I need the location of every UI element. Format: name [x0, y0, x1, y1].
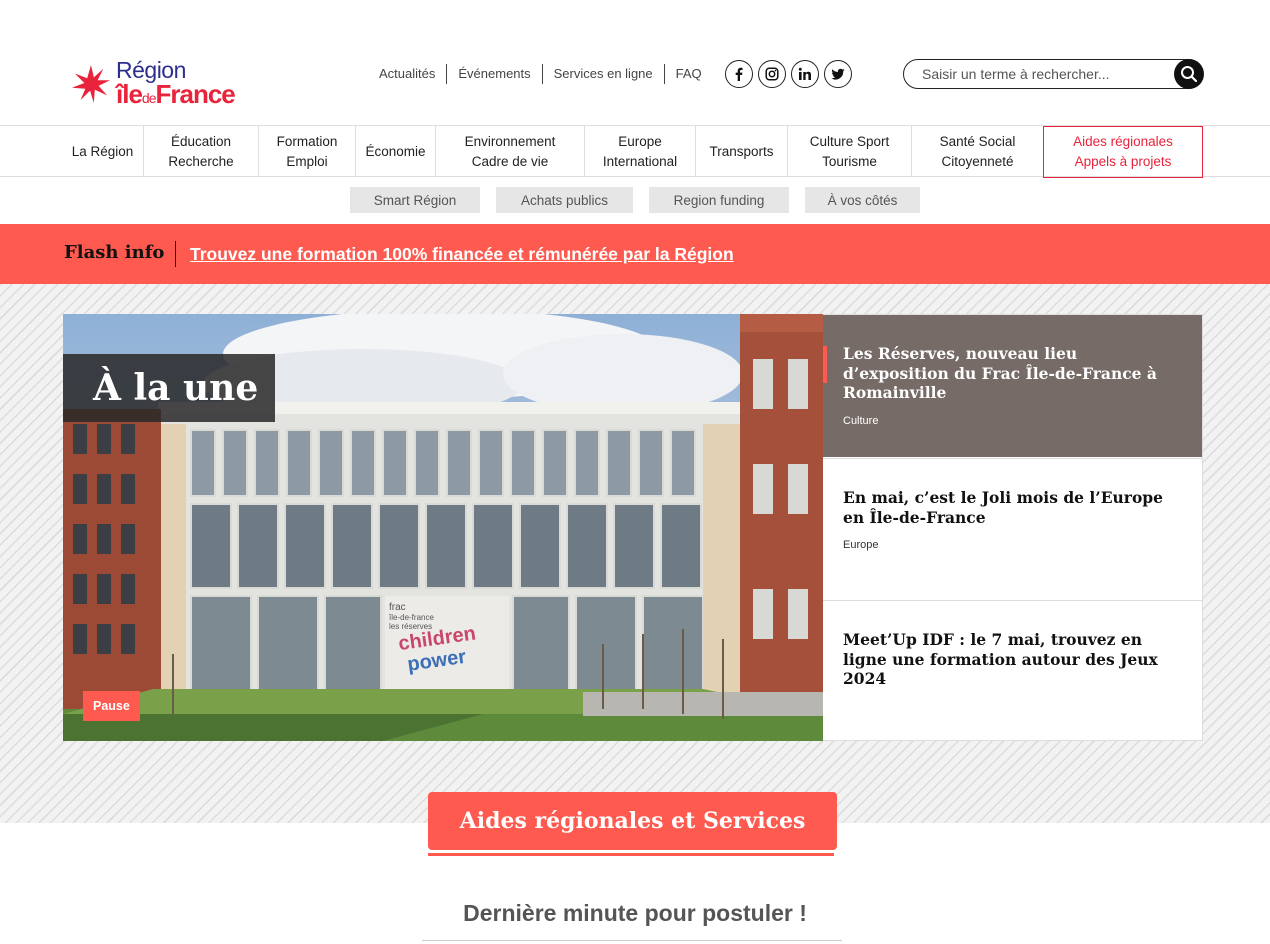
- subnav-region-funding[interactable]: Region funding: [649, 187, 789, 213]
- featured-photo[interactable]: frac île-de-france les réserves children…: [63, 314, 823, 741]
- site-header: Région îledeFrance Actualités Événements…: [0, 0, 1270, 125]
- region-logo[interactable]: Région îledeFrance: [72, 57, 282, 109]
- flash-info-banner: Flash info Trouvez une formation 100% fi…: [0, 224, 1270, 284]
- nav-label: La Région: [71, 143, 134, 159]
- nav-environnement-cadre-de-vie[interactable]: Environnement Cadre de vie: [435, 126, 584, 177]
- link-evenements[interactable]: Événements: [446, 64, 541, 84]
- pause-button[interactable]: Pause: [83, 691, 140, 721]
- subnav-a-vos-cotes[interactable]: À vos côtés: [805, 187, 920, 213]
- facebook-icon[interactable]: [725, 60, 753, 88]
- nav-label: Formation Emploi: [276, 133, 338, 169]
- subnav-achats-publics[interactable]: Achats publics: [496, 187, 633, 213]
- subnav-smart-region[interactable]: Smart Région: [350, 187, 480, 213]
- a-la-une-heading: À la une: [63, 354, 275, 422]
- derniere-minute-divider: [422, 940, 842, 941]
- top-links: Actualités Événements Services en ligne …: [368, 64, 713, 84]
- nav-economie[interactable]: Économie: [355, 126, 435, 177]
- link-faq[interactable]: FAQ: [663, 64, 713, 84]
- derniere-minute-heading: Dernière minute pour postuler !: [463, 900, 807, 926]
- flash-info-link[interactable]: Trouvez une formation 100% financée et r…: [190, 244, 734, 265]
- story-item[interactable]: En mai, c’est le Joli mois de l’Europe e…: [823, 458, 1202, 600]
- flash-info-label: Flash info: [64, 242, 165, 263]
- nav-label: Aides régionales Appels à projets: [1073, 134, 1173, 169]
- sign-frac-text: frac: [389, 602, 406, 613]
- instagram-icon[interactable]: [758, 60, 786, 88]
- story-item[interactable]: Meet’Up IDF : le 7 mai, trouvez en ligne…: [823, 600, 1202, 742]
- flash-divider: [175, 241, 176, 267]
- featured-stories-list: Les Réserves, nouveau lieu d’exposition …: [823, 314, 1203, 741]
- secondary-navigation: Smart Région Achats publics Region fundi…: [0, 187, 1270, 213]
- link-services-en-ligne[interactable]: Services en ligne: [541, 64, 664, 84]
- link-actualites[interactable]: Actualités: [368, 64, 446, 84]
- twitter-icon[interactable]: [824, 60, 852, 88]
- linkedin-icon[interactable]: [791, 60, 819, 88]
- nav-transports[interactable]: Transports: [695, 126, 787, 177]
- nav-label: Transports: [709, 143, 774, 159]
- star-logo-icon: [72, 65, 110, 103]
- story-title: En mai, c’est le Joli mois de l’Europe e…: [843, 488, 1163, 527]
- sign-idf-text: île-de-france: [388, 613, 434, 622]
- story-title: Les Réserves, nouveau lieu d’exposition …: [843, 344, 1157, 402]
- story-title: Meet’Up IDF : le 7 mai, trouvez en ligne…: [843, 630, 1158, 688]
- nav-label: Culture Sport Tourisme: [809, 133, 890, 169]
- hero-section: frac île-de-france les réserves children…: [0, 284, 1270, 823]
- search-button[interactable]: [1173, 58, 1204, 89]
- aides-services-underline: [428, 853, 834, 856]
- nav-label: Europe International: [602, 133, 678, 169]
- story-item-active[interactable]: Les Réserves, nouveau lieu d’exposition …: [823, 315, 1202, 457]
- nav-aides-regionales[interactable]: Aides régionales Appels à projets: [1043, 126, 1203, 178]
- nav-label: Environnement Cadre de vie: [464, 133, 556, 169]
- story-category: Europe: [843, 539, 879, 551]
- nav-formation-emploi[interactable]: Formation Emploi: [258, 126, 355, 177]
- main-navigation: La Région Éducation Recherche Formation Em…: [0, 125, 1270, 178]
- nav-europe-international[interactable]: Europe International: [584, 126, 695, 177]
- aides-services-heading[interactable]: Aides régionales et Services: [428, 792, 837, 850]
- search-icon: [1180, 65, 1197, 82]
- social-links: [725, 60, 852, 88]
- nav-education-recherche[interactable]: Éducation Recherche: [143, 126, 258, 177]
- search-box: [903, 58, 1204, 89]
- logo-idf-text: îledeFrance: [116, 79, 236, 109]
- nav-sante-social-citoyennete[interactable]: Santé Social Citoyenneté: [911, 126, 1043, 177]
- nav-label: Économie: [365, 143, 426, 159]
- nav-label: Santé Social Citoyenneté: [939, 133, 1016, 169]
- nav-culture-sport-tourisme[interactable]: Culture Sport Tourisme: [787, 126, 911, 177]
- story-category: Culture: [843, 414, 879, 427]
- search-input[interactable]: [904, 60, 1164, 87]
- nav-la-region[interactable]: La Région: [62, 126, 143, 177]
- nav-label: Éducation Recherche: [168, 133, 234, 169]
